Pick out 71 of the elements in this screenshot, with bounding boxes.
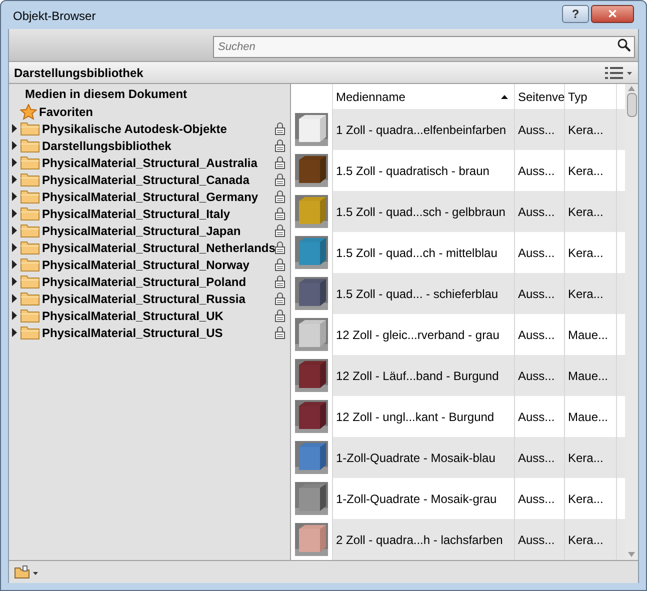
table-cell-text: Kera... [568,532,604,548]
tree-item-label[interactable]: PhysicalMaterial_Structural_Canada [42,170,250,188]
table-cell-text: Kera... [568,122,604,138]
folder-icon [20,326,40,340]
tree-item-label[interactable]: PhysicalMaterial_Structural_US [42,324,223,342]
table-cell-text: Auss... [518,532,555,548]
table-cell-text: 1-Zoll-Quadrate - Mosaik-blau [336,450,496,466]
table-cell-text: Auss... [518,122,555,138]
scrollbar[interactable] [625,84,638,560]
scroll-thumb[interactable] [626,93,636,117]
table-cell-text: 12 Zoll - ungl...kant - Burgund [336,408,494,426]
folder-icon [20,138,40,152]
table-cell-text: Auss... [518,368,555,384]
folder-icon [20,224,40,238]
table-cell-text: Kera... [568,244,604,262]
tree-heading: Medien in diesem Dokument [24,86,188,103]
table-cell-text: Kera... [568,204,604,220]
tree-item-label[interactable]: PhysicalMaterial_Structural_Germany [42,188,258,206]
tree-item-label[interactable]: Physikalische Autodesk-Objekte [42,120,227,138]
list-view-icon[interactable] [605,66,633,78]
search-icon[interactable] [617,38,631,52]
table-cell-text: Auss... [518,490,555,508]
folder-icon [20,258,40,272]
table-cell-text: 1-Zoll-Quadrate - Mosaik-grau [336,490,497,508]
tree-item-label[interactable]: PhysicalMaterial_Structural_UK [42,306,224,324]
table-cell-text: Auss... [518,286,555,302]
window-title: Objekt-Browser [13,8,96,25]
table-cell-text: Auss... [518,450,555,466]
folder-icon [20,206,40,220]
table-cell-text: Kera... [568,162,604,180]
folder-icon [20,122,40,136]
folder-menu-icon[interactable] [14,565,40,579]
table-cell-text: Maue... [568,368,608,384]
table-cell-text: Auss... [518,326,555,344]
table-cell-text: Auss... [518,408,555,426]
tree-item-label[interactable]: Favoriten [39,102,94,120]
table-cell-text: Auss... [518,244,555,262]
folder-icon [20,274,40,288]
tree-item-label[interactable]: PhysicalMaterial_Structural_Netherlands [42,238,276,256]
table-cell-text: 12 Zoll - Läuf...band - Burgund [336,368,499,384]
tree-item-label[interactable]: PhysicalMaterial_Structural_Poland [42,272,246,290]
table-cell-text: Maue... [568,326,608,344]
folder-icon [20,156,40,170]
tree-item-label[interactable]: PhysicalMaterial_Structural_Italy [42,204,230,222]
table-cell-text: Kera... [568,490,604,508]
table-cell-text: Auss... [518,162,555,180]
folder-icon [20,190,40,204]
table-cell-text: 1.5 Zoll - quad...ch - mittelblau [336,244,498,262]
table-cell-text: 1.5 Zoll - quad... - schieferblau [336,286,498,302]
tree-item-label[interactable]: PhysicalMaterial_Structural_Russia [42,290,246,308]
tree-item-label[interactable]: PhysicalMaterial_Structural_Norway [42,256,250,274]
table-cell-text: 2 Zoll - quadra...h - lachsfarben [336,532,503,548]
search-field[interactable]: Suchen [213,36,635,58]
help-button[interactable]: ? [562,5,589,23]
tree-item-label[interactable]: Darstellungsbibliothek [42,136,172,154]
table-cell-text: Kera... [568,450,604,466]
table-cell-text: Maue... [568,408,608,426]
star-icon [20,104,37,120]
folder-icon [20,308,40,322]
folder-icon [20,292,40,306]
folder-icon [20,240,40,254]
tree-item-label[interactable]: PhysicalMaterial_Structural_Australia [42,154,258,172]
folder-icon [20,172,40,186]
table-cell-text: 1.5 Zoll - quadratisch - braun [336,162,490,180]
table-cell-text: 1.5 Zoll - quad...sch - gelbbraun [336,204,506,220]
tree-item-label[interactable]: PhysicalMaterial_Structural_Japan [42,222,241,240]
table-cell-text: 12 Zoll - gleic...rverband - grau [336,326,500,344]
table-cell-text: Kera... [568,286,604,302]
table-cell-text: 1 Zoll - quadra...elfenbeinfarben [336,122,506,138]
section-title: Darstellungsbibliothek [14,64,144,82]
table-cell-text: Auss... [518,204,555,220]
